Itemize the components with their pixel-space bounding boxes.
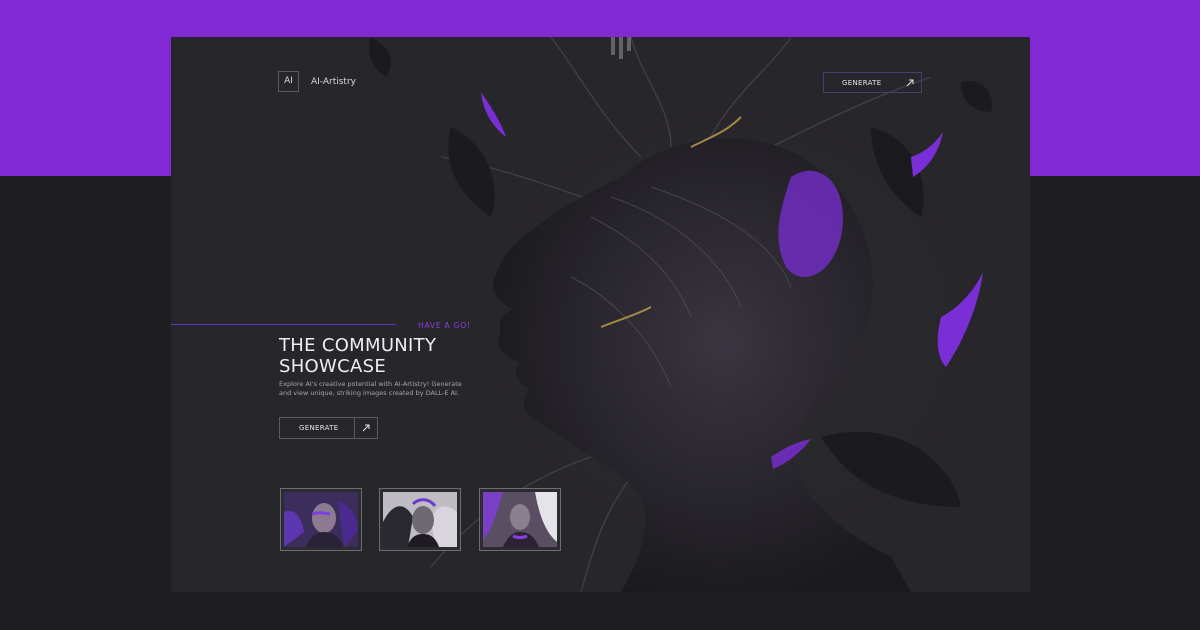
thumbnail-image bbox=[483, 492, 557, 547]
header-generate-button[interactable]: GENERATE bbox=[823, 72, 922, 93]
brand-name[interactable]: AI-Artistry bbox=[311, 77, 356, 87]
showcase-thumbnail[interactable] bbox=[379, 488, 461, 551]
eyebrow-divider bbox=[171, 324, 396, 325]
showcase-thumbnail[interactable] bbox=[479, 488, 561, 551]
hero-description: Explore AI's creative potential with AI-… bbox=[279, 380, 462, 397]
brand-badge[interactable]: AI bbox=[278, 71, 299, 92]
title-line-2: SHOWCASE bbox=[279, 356, 387, 377]
header-generate-label: GENERATE bbox=[842, 78, 882, 87]
arrow-up-right-icon bbox=[899, 73, 921, 92]
hero-generate-label: GENERATE bbox=[299, 424, 339, 432]
page-title: THE COMMUNITY SHOWCASE bbox=[279, 335, 519, 377]
thumbnail-image bbox=[383, 492, 457, 547]
hero-generate-button[interactable]: GENERATE bbox=[279, 417, 378, 439]
arrow-up-right-icon bbox=[354, 418, 377, 438]
thumbnail-image bbox=[284, 492, 358, 547]
title-line-1: THE COMMUNITY bbox=[279, 335, 437, 356]
showcase-thumbnail[interactable] bbox=[280, 488, 362, 551]
hero-eyebrow: HAVE A GO! bbox=[418, 321, 471, 330]
landing-page-frame: AI AI-Artistry GENERATE HAVE A GO! THE C… bbox=[171, 37, 1030, 592]
